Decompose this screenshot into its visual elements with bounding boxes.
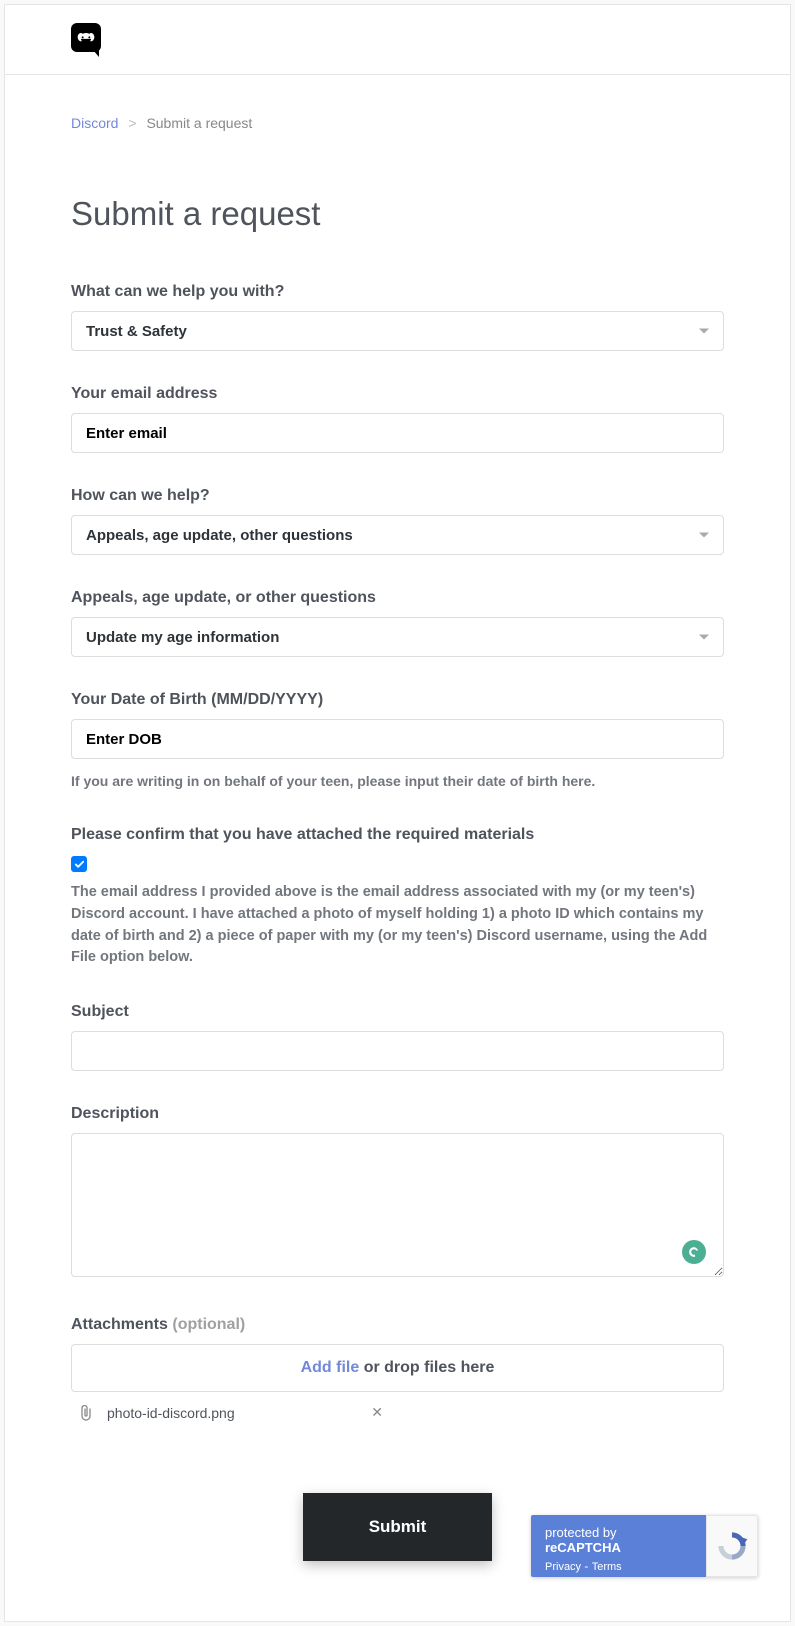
- recaptcha-brand: reCAPTCHA: [545, 1540, 621, 1555]
- attachment-item: photo-id-discord.png ✕: [71, 1392, 391, 1433]
- description-label: Description: [71, 1105, 724, 1123]
- confirm-label: Please confirm that you have attached th…: [71, 826, 724, 844]
- attachments-dropzone[interactable]: Add file or drop files here: [71, 1344, 724, 1392]
- chevron-down-icon: [699, 329, 709, 334]
- field-subject: Subject: [71, 1003, 724, 1071]
- confirm-row: [71, 854, 724, 872]
- field-appeals: Appeals, age update, or other questions …: [71, 589, 724, 657]
- add-file-link[interactable]: Add file: [301, 1359, 360, 1376]
- chevron-down-icon: [699, 533, 709, 538]
- dob-input-wrap: [71, 719, 724, 759]
- attachment-filename: photo-id-discord.png: [107, 1405, 235, 1421]
- how-help-label: How can we help?: [71, 487, 724, 505]
- chevron-down-icon: [699, 635, 709, 640]
- attachments-label: Attachments (optional): [71, 1316, 724, 1334]
- page-title: Submit a request: [71, 195, 724, 233]
- appeals-select[interactable]: Update my age information: [71, 617, 724, 657]
- recaptcha-prefix: protected by: [545, 1525, 617, 1540]
- recaptcha-text: protected by reCAPTCHA Privacy - Terms: [531, 1515, 706, 1577]
- recaptcha-terms-link[interactable]: Terms: [592, 1561, 622, 1573]
- recaptcha-privacy-link[interactable]: Privacy: [545, 1561, 581, 1573]
- description-textarea[interactable]: [71, 1133, 724, 1277]
- help-with-label: What can we help you with?: [71, 283, 724, 301]
- confirm-checkbox[interactable]: [71, 856, 87, 872]
- field-confirm: Please confirm that you have attached th…: [71, 826, 724, 969]
- confirm-description: The email address I provided above is th…: [71, 882, 724, 969]
- dob-input[interactable]: [86, 731, 709, 748]
- subject-label: Subject: [71, 1003, 724, 1021]
- recaptcha-badge: protected by reCAPTCHA Privacy - Terms: [531, 1515, 758, 1577]
- description-wrap: [71, 1133, 724, 1282]
- attachments-optional: (optional): [172, 1316, 245, 1333]
- header: [5, 5, 790, 75]
- breadcrumb: Discord > Submit a request: [71, 115, 724, 131]
- submit-row: Submit protected by reCAPTCHA Privacy - …: [71, 1493, 724, 1561]
- grammarly-icon[interactable]: [682, 1240, 706, 1264]
- dob-hint: If you are writing in on behalf of your …: [71, 771, 724, 792]
- field-email: Your email address: [71, 385, 724, 453]
- paperclip-icon: [79, 1405, 93, 1421]
- appeals-label: Appeals, age update, or other questions: [71, 589, 724, 607]
- field-description: Description: [71, 1105, 724, 1282]
- dob-label: Your Date of Birth (MM/DD/YYYY): [71, 691, 724, 709]
- how-help-value: Appeals, age update, other questions: [86, 527, 353, 544]
- breadcrumb-separator: >: [128, 115, 136, 131]
- how-help-select[interactable]: Appeals, age update, other questions: [71, 515, 724, 555]
- email-input-wrap: [71, 413, 724, 453]
- field-attachments: Attachments (optional) Add file or drop …: [71, 1316, 724, 1433]
- appeals-value: Update my age information: [86, 629, 279, 646]
- breadcrumb-home-link[interactable]: Discord: [71, 115, 118, 131]
- help-with-select[interactable]: Trust & Safety: [71, 311, 724, 351]
- page-container: Discord > Submit a request Submit a requ…: [4, 4, 791, 1622]
- content: Discord > Submit a request Submit a requ…: [5, 75, 790, 1621]
- submit-button[interactable]: Submit: [303, 1493, 493, 1561]
- help-with-value: Trust & Safety: [86, 323, 187, 340]
- email-input[interactable]: [86, 425, 709, 442]
- subject-input[interactable]: [71, 1031, 724, 1071]
- discord-logo-icon[interactable]: [71, 23, 101, 52]
- attachments-label-text: Attachments: [71, 1316, 168, 1333]
- attachment-remove-icon[interactable]: ✕: [371, 1404, 383, 1421]
- email-label: Your email address: [71, 385, 724, 403]
- recaptcha-sep: -: [581, 1559, 592, 1573]
- drop-text: or drop files here: [359, 1359, 494, 1376]
- field-help-with: What can we help you with? Trust & Safet…: [71, 283, 724, 351]
- field-how-help: How can we help? Appeals, age update, ot…: [71, 487, 724, 555]
- breadcrumb-current: Submit a request: [146, 115, 252, 131]
- recaptcha-logo-icon: [706, 1515, 758, 1577]
- field-dob: Your Date of Birth (MM/DD/YYYY) If you a…: [71, 691, 724, 792]
